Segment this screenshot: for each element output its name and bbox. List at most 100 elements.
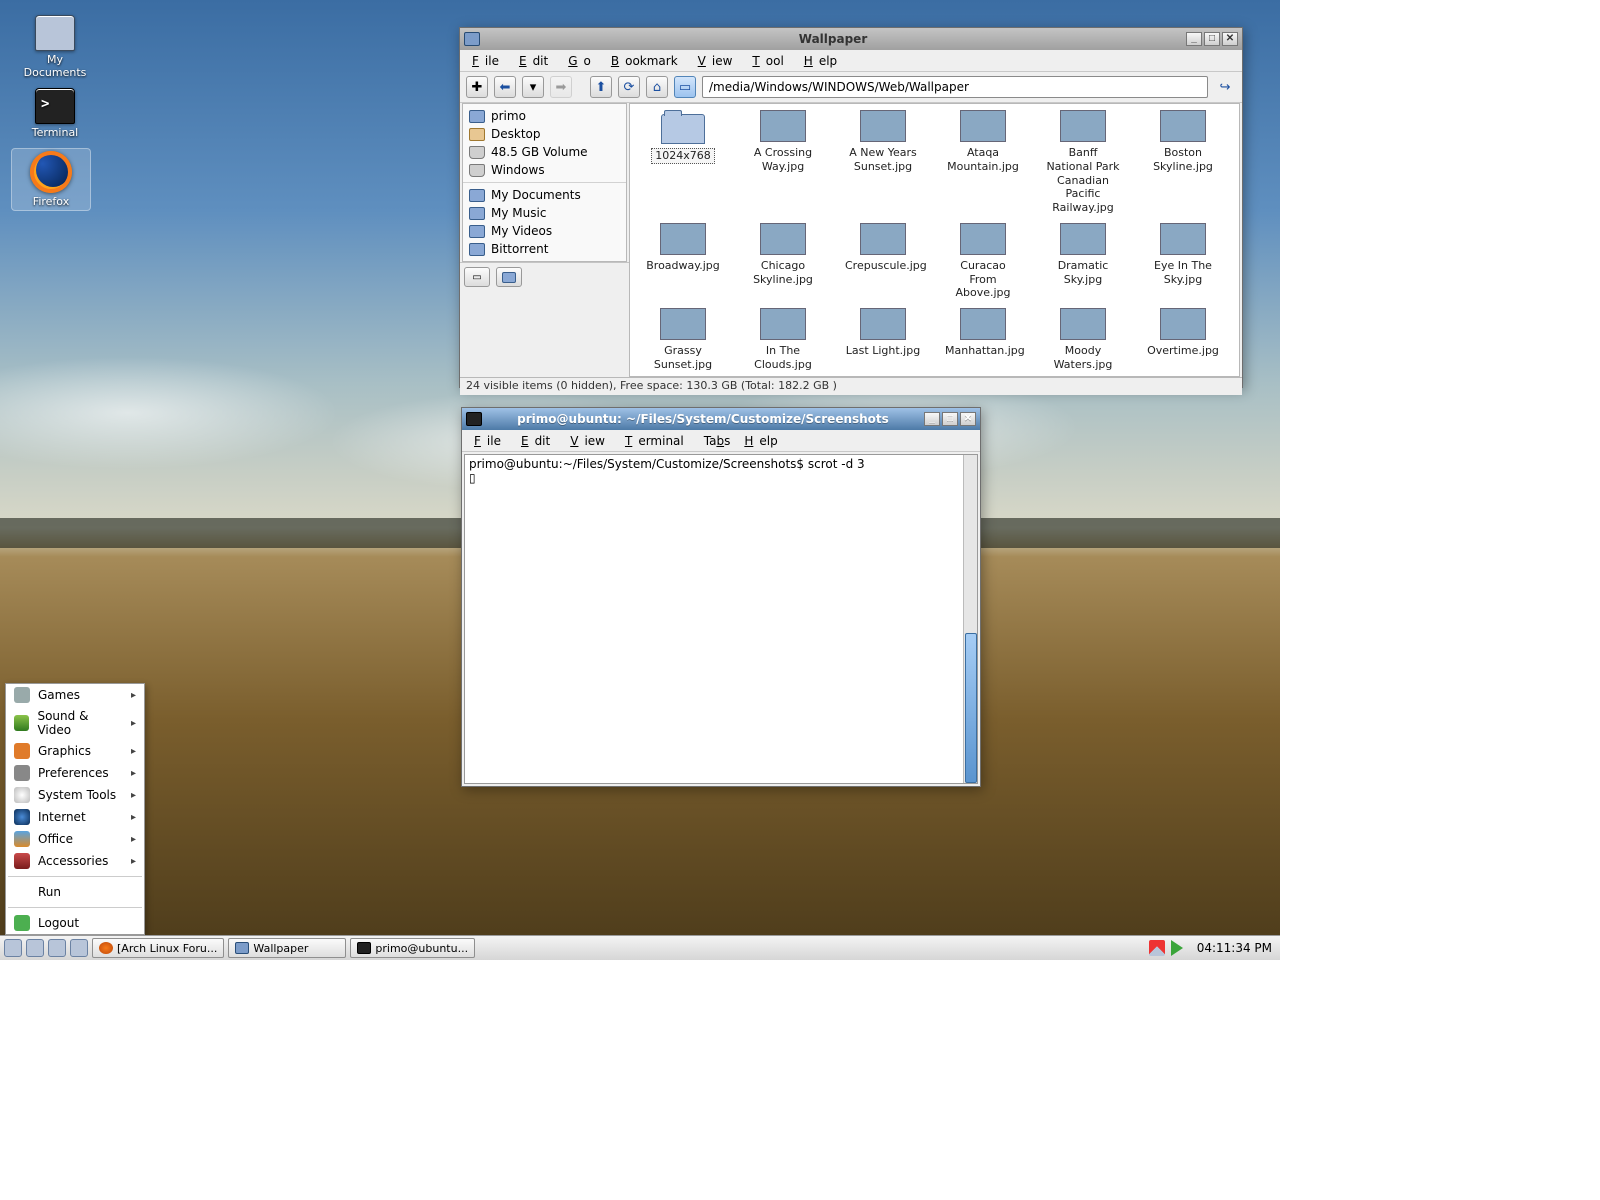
- fm-toolbar: ✚ ⬅ ▾ ➡ ⬆ ⟳ ⌂ ▭ /media/Windows/WINDOWS/W…: [460, 72, 1242, 103]
- forward-button[interactable]: ➡: [550, 76, 572, 98]
- fm-title: Wallpaper: [486, 32, 1180, 46]
- file-item-image[interactable]: Curacao From Above.jpg: [942, 223, 1024, 300]
- menu-item-graphics[interactable]: Graphics: [6, 740, 144, 762]
- sidebar-item-my-videos[interactable]: My Videos: [463, 222, 626, 240]
- file-item-label: Eye In The Sky.jpg: [1142, 259, 1224, 287]
- history-dropdown[interactable]: ▾: [522, 76, 544, 98]
- menu-view[interactable]: View: [564, 432, 617, 450]
- menu-edit[interactable]: Edit: [515, 432, 562, 450]
- launcher-show-desktop[interactable]: [70, 939, 88, 957]
- location-toggle-button[interactable]: ▭: [674, 76, 696, 98]
- file-item-image[interactable]: Banff National Park Canadian Pacific Rai…: [1042, 110, 1124, 215]
- maximize-button[interactable]: □: [1204, 32, 1220, 46]
- close-button[interactable]: ✕: [960, 412, 976, 426]
- maximize-button[interactable]: □: [942, 412, 958, 426]
- desktop-icon-label: Firefox: [14, 195, 88, 208]
- sidebar-item-volume[interactable]: 48.5 GB Volume: [463, 143, 626, 161]
- image-thumbnail-icon: [1160, 223, 1206, 255]
- minimize-button[interactable]: _: [1186, 32, 1202, 46]
- menu-item-logout[interactable]: Logout: [6, 912, 144, 934]
- image-thumbnail-icon: [1060, 308, 1106, 340]
- image-thumbnail-icon: [660, 308, 706, 340]
- file-item-image[interactable]: A New Years Sunset.jpg: [842, 110, 924, 215]
- menu-tabs[interactable]: Tabs: [698, 432, 737, 450]
- menu-edit[interactable]: Edit: [513, 52, 560, 70]
- file-item-image[interactable]: Grassy Sunset.jpg: [642, 308, 724, 372]
- folder-icon: [235, 942, 249, 954]
- places-button[interactable]: [496, 267, 522, 287]
- file-item-image[interactable]: Dramatic Sky.jpg: [1042, 223, 1124, 300]
- menu-terminal[interactable]: Terminal: [619, 432, 696, 450]
- folder-icon: [469, 243, 485, 256]
- taskbar-item-terminal[interactable]: primo@ubuntu...: [350, 938, 475, 958]
- taskbar-item-firefox[interactable]: [Arch Linux Foru...: [92, 938, 224, 958]
- home-button[interactable]: ⌂: [646, 76, 668, 98]
- desktop-icon-firefox[interactable]: Firefox: [11, 148, 91, 211]
- sidebar-item-windows[interactable]: Windows: [463, 161, 626, 179]
- file-item-image[interactable]: In The Clouds.jpg: [742, 308, 824, 372]
- folder-home-icon: [35, 15, 75, 51]
- menu-item-sound-video[interactable]: Sound & Video: [6, 706, 144, 740]
- menu-item-preferences[interactable]: Preferences: [6, 762, 144, 784]
- file-item-image[interactable]: Boston Skyline.jpg: [1142, 110, 1224, 215]
- launcher-file-manager[interactable]: [26, 939, 44, 957]
- menu-view[interactable]: View: [692, 52, 745, 70]
- system-tools-icon: [14, 787, 30, 803]
- network-icon[interactable]: [1149, 940, 1165, 956]
- sidebar-item-desktop[interactable]: Desktop: [463, 125, 626, 143]
- file-item-image[interactable]: Last Light.jpg: [842, 308, 924, 372]
- file-item-image[interactable]: Chicago Skyline.jpg: [742, 223, 824, 300]
- path-input[interactable]: /media/Windows/WINDOWS/Web/Wallpaper: [702, 76, 1208, 98]
- file-item-image[interactable]: Eye In The Sky.jpg: [1142, 223, 1224, 300]
- clock[interactable]: 04:11:34 PM: [1197, 941, 1272, 955]
- new-tab-button[interactable]: ✚: [466, 76, 488, 98]
- file-item-image[interactable]: Broadway.jpg: [642, 223, 724, 300]
- scrollbar[interactable]: [963, 455, 977, 783]
- menu-item-run[interactable]: Run: [6, 881, 144, 903]
- menu-item-accessories[interactable]: Accessories: [6, 850, 144, 872]
- taskbar-item-wallpaper[interactable]: Wallpaper: [228, 938, 346, 958]
- file-item-image[interactable]: Crepuscule.jpg: [842, 223, 924, 300]
- menu-item-internet[interactable]: Internet: [6, 806, 144, 828]
- file-item-image[interactable]: A Crossing Way.jpg: [742, 110, 824, 215]
- file-item-image[interactable]: Ataqa Mountain.jpg: [942, 110, 1024, 215]
- sidebar-item-my-music[interactable]: My Music: [463, 204, 626, 222]
- menu-help[interactable]: Help: [798, 52, 849, 70]
- desktop-icon-terminal[interactable]: Terminal: [15, 88, 95, 139]
- menu-help[interactable]: Help: [738, 432, 789, 450]
- folder-icon: [469, 110, 485, 123]
- close-button[interactable]: ✕: [1222, 32, 1238, 46]
- desktop-icon-my-documents[interactable]: My Documents: [15, 15, 95, 79]
- back-button[interactable]: ⬅: [494, 76, 516, 98]
- sidebar-item-my-documents[interactable]: My Documents: [463, 186, 626, 204]
- go-button[interactable]: ↪: [1214, 76, 1236, 98]
- term-titlebar[interactable]: primo@ubuntu: ~/Files/System/Customize/S…: [462, 408, 980, 430]
- menu-item-games[interactable]: Games: [6, 684, 144, 706]
- sidebar-item-bittorrent[interactable]: Bittorrent: [463, 240, 626, 258]
- minimize-button[interactable]: _: [924, 412, 940, 426]
- app-menu-button[interactable]: [4, 939, 22, 957]
- menu-file[interactable]: File: [468, 432, 513, 450]
- menu-item-system-tools[interactable]: System Tools: [6, 784, 144, 806]
- play-icon[interactable]: [1171, 940, 1191, 956]
- sidebar-item-primo[interactable]: primo: [463, 107, 626, 125]
- fm-view[interactable]: 1024x768A Crossing Way.jpgA New Years Su…: [629, 103, 1240, 377]
- file-item-image[interactable]: Overtime.jpg: [1142, 308, 1224, 372]
- menu-bookmark[interactable]: Bookmark: [605, 52, 690, 70]
- reload-button[interactable]: ⟳: [618, 76, 640, 98]
- file-item-label: In The Clouds.jpg: [742, 344, 824, 372]
- menu-go[interactable]: Go: [562, 52, 603, 70]
- menu-file[interactable]: File: [466, 52, 511, 70]
- up-button[interactable]: ⬆: [590, 76, 612, 98]
- file-item-image[interactable]: Moody Waters.jpg: [1042, 308, 1124, 372]
- file-item-folder[interactable]: 1024x768: [642, 110, 724, 215]
- menu-tool[interactable]: Tool: [746, 52, 795, 70]
- folder-icon: [469, 225, 485, 238]
- terminal-body[interactable]: primo@ubuntu:~/Files/System/Customize/Sc…: [464, 454, 978, 784]
- scrollbar-thumb[interactable]: [965, 633, 977, 783]
- fm-titlebar[interactable]: Wallpaper _ □ ✕: [460, 28, 1242, 50]
- menu-item-office[interactable]: Office: [6, 828, 144, 850]
- eject-button[interactable]: ▭: [464, 267, 490, 287]
- file-item-image[interactable]: Manhattan.jpg: [942, 308, 1024, 372]
- launcher-terminal[interactable]: [48, 939, 66, 957]
